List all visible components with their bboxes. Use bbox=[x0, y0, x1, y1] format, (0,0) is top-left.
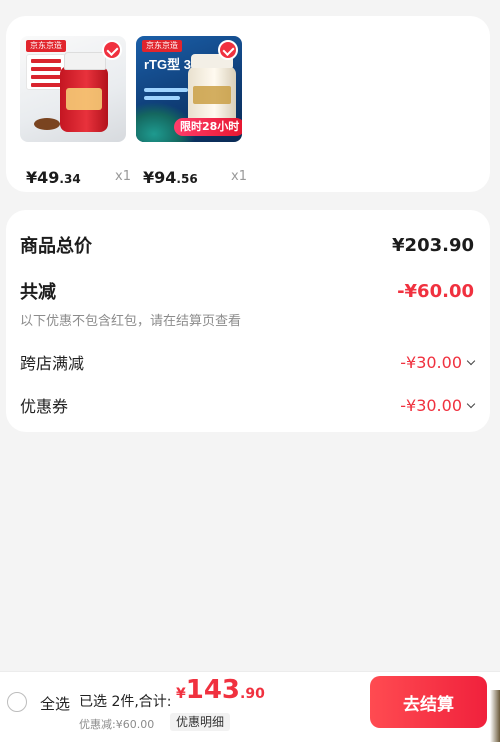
checkout-bar: 全选 已选 2件,合计: ¥143.90 优惠减:¥60.00 优惠明细 去结算 bbox=[0, 671, 500, 742]
image-line bbox=[144, 88, 188, 92]
coupon-row[interactable]: 优惠券 -¥30.00 bbox=[20, 393, 476, 417]
total-reduction-row: 共减 -¥60.00 bbox=[20, 278, 474, 304]
image-line bbox=[144, 96, 180, 100]
cross-store-discount-amount: -¥30.00 bbox=[400, 352, 462, 372]
selected-count: 已选 2件,合计: bbox=[79, 694, 172, 710]
product-image-1[interactable]: 京东京造 bbox=[20, 36, 126, 142]
discount-detail-button[interactable]: 优惠明细 bbox=[170, 713, 231, 731]
price-decimal: .34 bbox=[59, 172, 81, 186]
product-card: 京东京造 rTG型 3倍吸收 限时28小时 京东京造 ¥49.34 x1 ¥94… bbox=[6, 16, 490, 192]
total-amount: ¥143.90 bbox=[176, 675, 265, 705]
bottle bbox=[60, 52, 108, 132]
check-icon[interactable] bbox=[218, 40, 238, 60]
goods-total-value: ¥203.90 bbox=[392, 234, 474, 256]
checkout-button[interactable]: 去结算 bbox=[370, 676, 487, 728]
total-decimal: .90 bbox=[240, 686, 265, 702]
product-qty-1: x1 bbox=[115, 169, 131, 184]
total-integer: 143 bbox=[185, 675, 241, 705]
price-integer: ¥94 bbox=[143, 168, 177, 187]
currency-symbol: ¥ bbox=[176, 686, 186, 702]
total-reduction-label: 共减 bbox=[20, 282, 56, 303]
goods-total-label: 商品总价 bbox=[20, 236, 92, 257]
select-all-radio[interactable] bbox=[7, 692, 27, 712]
discount-summary: 优惠减:¥60.00 bbox=[79, 718, 155, 731]
cross-store-discount-value: -¥30.00 bbox=[400, 352, 476, 372]
coupon-label: 优惠券 bbox=[20, 397, 69, 416]
chevron-down-icon[interactable] bbox=[466, 356, 476, 365]
pills bbox=[34, 118, 60, 130]
brand-tag: 京东京造 bbox=[142, 40, 182, 52]
chevron-down-icon[interactable] bbox=[466, 399, 476, 408]
price-decimal: .56 bbox=[176, 172, 198, 186]
promo-badge: 限时28小时 bbox=[174, 118, 242, 136]
total-reduction-value: -¥60.00 bbox=[397, 280, 474, 302]
brand-tag: 京东京造 bbox=[26, 40, 66, 52]
edge-decoration bbox=[490, 690, 500, 742]
product-qty-2: x1 bbox=[231, 169, 247, 184]
cross-store-discount-label: 跨店满减 bbox=[20, 354, 85, 373]
goods-total-row: 商品总价 ¥203.90 bbox=[20, 232, 474, 258]
coupon-amount: -¥30.00 bbox=[400, 395, 462, 415]
discount-note: 以下优惠不包含红包，请在结算页查看 bbox=[20, 314, 242, 329]
coupon-value: -¥30.00 bbox=[400, 395, 476, 415]
product-image-2[interactable]: rTG型 3倍吸收 限时28小时 京东京造 bbox=[136, 36, 242, 142]
select-all-label[interactable]: 全选 bbox=[40, 693, 70, 714]
check-icon[interactable] bbox=[102, 40, 122, 60]
price-integer: ¥49 bbox=[26, 168, 60, 187]
cross-store-discount-row[interactable]: 跨店满减 -¥30.00 bbox=[20, 350, 476, 374]
product-price-2: ¥94.56 bbox=[143, 168, 198, 187]
price-summary-card: 商品总价 ¥203.90 共减 -¥60.00 以下优惠不包含红包，请在结算页查… bbox=[6, 210, 490, 432]
product-price-1: ¥49.34 bbox=[26, 168, 81, 187]
